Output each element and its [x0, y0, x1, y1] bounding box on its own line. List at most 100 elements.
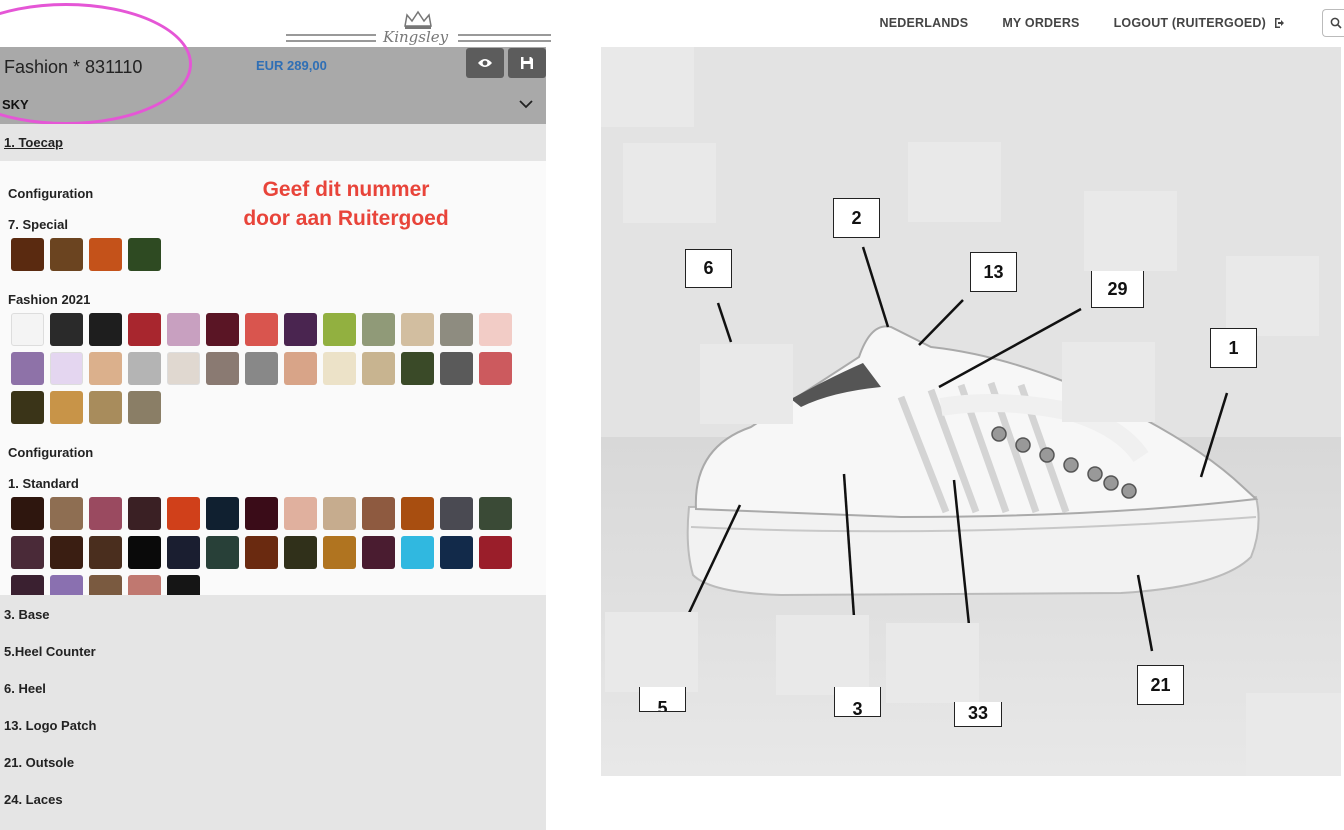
color-swatch[interactable]: [167, 497, 200, 530]
color-swatch[interactable]: [245, 313, 278, 346]
color-swatch[interactable]: [362, 536, 395, 569]
color-swatch[interactable]: [479, 352, 512, 385]
callout-29: 29: [1091, 271, 1144, 308]
logout-icon: [1275, 18, 1284, 28]
color-swatch[interactable]: [11, 497, 44, 530]
color-swatch[interactable]: [323, 536, 356, 569]
color-swatch[interactable]: [167, 536, 200, 569]
color-swatch[interactable]: [323, 352, 356, 385]
callout-33: 33: [954, 702, 1002, 727]
color-swatch[interactable]: [440, 536, 473, 569]
swatch-row: [11, 536, 512, 569]
color-swatch[interactable]: [128, 536, 161, 569]
model-selector-label[interactable]: SKY: [2, 97, 29, 112]
section-heel-counter[interactable]: 5.Heel Counter: [4, 644, 96, 659]
color-swatch[interactable]: [11, 238, 44, 271]
color-swatch[interactable]: [284, 536, 317, 569]
color-swatch[interactable]: [284, 313, 317, 346]
color-swatch[interactable]: [128, 313, 161, 346]
color-swatch[interactable]: [245, 497, 278, 530]
my-orders-link[interactable]: MY ORDERS: [1002, 16, 1079, 30]
swatch-row: [11, 575, 200, 595]
color-swatch[interactable]: [89, 238, 122, 271]
color-swatch[interactable]: [245, 352, 278, 385]
color-swatch[interactable]: [479, 313, 512, 346]
color-swatch[interactable]: [128, 497, 161, 530]
callout-5-label: 5: [657, 698, 668, 712]
color-swatch[interactable]: [89, 391, 122, 424]
color-swatch[interactable]: [245, 536, 278, 569]
color-swatch[interactable]: [89, 575, 122, 595]
color-swatch[interactable]: [284, 352, 317, 385]
section-outsole[interactable]: 21. Outsole: [4, 755, 74, 770]
color-swatch[interactable]: [167, 575, 200, 595]
color-swatch[interactable]: [89, 352, 122, 385]
color-swatch[interactable]: [50, 391, 83, 424]
product-title: Fashion * 831110: [4, 57, 143, 77]
color-swatch[interactable]: [440, 313, 473, 346]
annotation-note: Geef dit nummer door aan Ruitergoed: [226, 175, 466, 233]
search-button[interactable]: [1322, 9, 1344, 37]
section-base[interactable]: 3. Base: [4, 607, 50, 622]
section-heel[interactable]: 6. Heel: [4, 681, 46, 696]
color-swatch[interactable]: [11, 391, 44, 424]
color-swatch[interactable]: [362, 352, 395, 385]
color-swatch[interactable]: [440, 497, 473, 530]
logout-link[interactable]: LOGOUT (RUITERGOED): [1114, 16, 1288, 30]
color-swatch[interactable]: [50, 352, 83, 385]
color-swatch[interactable]: [284, 497, 317, 530]
section-list: 3. Base 5.Heel Counter 6. Heel 13. Logo …: [0, 595, 546, 830]
color-swatch[interactable]: [11, 313, 44, 346]
callout-33-label: 33: [967, 703, 989, 723]
color-swatch[interactable]: [479, 536, 512, 569]
color-swatch[interactable]: [128, 352, 161, 385]
color-swatch[interactable]: [128, 238, 161, 271]
logout-label: LOGOUT (RUITERGOED): [1113, 16, 1266, 30]
color-swatch[interactable]: [89, 313, 122, 346]
color-swatch[interactable]: [50, 313, 83, 346]
section-laces[interactable]: 24. Laces: [4, 792, 63, 807]
color-swatch[interactable]: [50, 575, 83, 595]
color-swatch[interactable]: [401, 536, 434, 569]
config-label: Configuration: [8, 186, 94, 201]
color-swatch[interactable]: [128, 575, 161, 595]
color-swatch[interactable]: [362, 313, 395, 346]
color-swatch[interactable]: [11, 352, 44, 385]
language-link[interactable]: NEDERLANDS: [880, 16, 969, 30]
color-swatch[interactable]: [89, 497, 122, 530]
swatch-row: [11, 352, 512, 385]
section-toecap[interactable]: 1. Toecap: [0, 124, 546, 161]
color-swatch[interactable]: [89, 536, 122, 569]
save-button[interactable]: [508, 48, 546, 78]
product-price: EUR 289,00: [256, 58, 327, 73]
color-swatch[interactable]: [50, 497, 83, 530]
chevron-down-icon[interactable]: [518, 98, 534, 110]
color-swatch[interactable]: [401, 313, 434, 346]
color-swatch[interactable]: [206, 536, 239, 569]
color-swatch[interactable]: [479, 497, 512, 530]
section-toecap-label: 1. Toecap: [4, 135, 64, 150]
color-swatch[interactable]: [206, 352, 239, 385]
color-swatch[interactable]: [167, 352, 200, 385]
callout-3: 3: [834, 687, 881, 717]
color-swatch[interactable]: [206, 497, 239, 530]
group-label-standard: 1. Standard: [8, 476, 79, 491]
color-swatch[interactable]: [167, 313, 200, 346]
color-swatch[interactable]: [323, 313, 356, 346]
section-logo-patch[interactable]: 13. Logo Patch: [4, 718, 96, 733]
kingsley-logo[interactable]: Kingsley: [286, 8, 551, 48]
preview-button[interactable]: [466, 48, 504, 78]
color-swatch[interactable]: [128, 391, 161, 424]
logo-text: Kingsley: [383, 28, 449, 46]
color-swatch[interactable]: [401, 352, 434, 385]
color-swatch[interactable]: [11, 575, 44, 595]
color-swatch[interactable]: [50, 536, 83, 569]
color-swatch[interactable]: [206, 313, 239, 346]
color-swatch[interactable]: [11, 536, 44, 569]
color-swatch[interactable]: [50, 238, 83, 271]
color-swatch[interactable]: [440, 352, 473, 385]
color-swatch[interactable]: [323, 497, 356, 530]
color-swatch[interactable]: [362, 497, 395, 530]
color-swatch[interactable]: [401, 497, 434, 530]
callout-2: 2: [833, 198, 880, 238]
